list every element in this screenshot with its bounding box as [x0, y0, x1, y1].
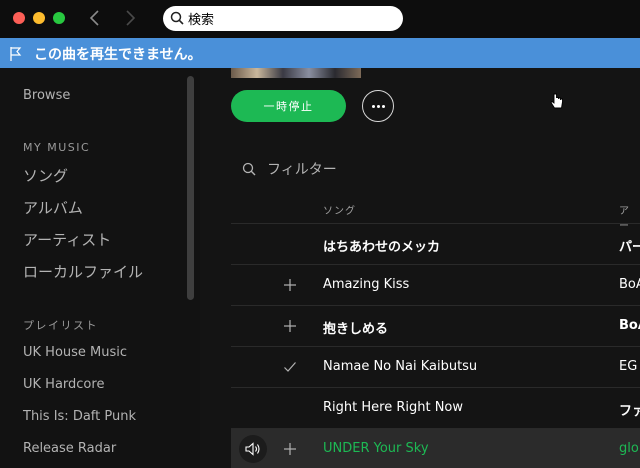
- check-icon[interactable]: [283, 360, 297, 374]
- search-input[interactable]: [188, 9, 388, 28]
- table-row-now-playing[interactable]: UNDER Your Sky glo: [231, 429, 640, 468]
- track-title: UNDER Your Sky: [323, 441, 429, 456]
- zoom-window-button[interactable]: [53, 12, 65, 24]
- table-row[interactable]: 抱きしめる BoA: [231, 306, 640, 347]
- more-options-button[interactable]: [362, 90, 394, 122]
- filter-search-icon: [242, 162, 256, 176]
- track-artist[interactable]: BoA: [619, 277, 640, 292]
- speaker-icon: [245, 442, 260, 456]
- column-header-song[interactable]: ソング: [323, 202, 356, 217]
- playlists-header: プレイリスト: [23, 319, 98, 332]
- add-icon[interactable]: [283, 319, 297, 333]
- back-arrow-icon[interactable]: [86, 8, 104, 28]
- hand-cursor-icon: [550, 93, 563, 109]
- table-row[interactable]: Namae No Nai Kaibutsu EG: [231, 347, 640, 388]
- sidebar-item-browse[interactable]: Browse: [23, 88, 70, 103]
- filter-label: フィルター: [267, 162, 337, 178]
- track-artist[interactable]: BoA: [619, 318, 640, 333]
- add-icon[interactable]: [283, 278, 297, 292]
- flag-icon: [10, 47, 22, 61]
- minimize-window-button[interactable]: [33, 12, 45, 24]
- playlist-item[interactable]: Release Radar: [23, 441, 116, 456]
- playlist-item[interactable]: UK Hardcore: [23, 377, 104, 392]
- sidebar-item-songs[interactable]: ソング: [23, 165, 68, 186]
- search-icon: [170, 11, 184, 25]
- track-artist[interactable]: パー: [619, 236, 640, 255]
- table-row[interactable]: Right Here Right Now ファ: [231, 388, 640, 429]
- playlist-item[interactable]: This Is: Daft Punk: [23, 409, 136, 424]
- main-panel: 一時停止 フィルター ソング アー はちあわせのメッカ パー Amazing K…: [200, 68, 640, 468]
- pause-button[interactable]: 一時停止: [231, 90, 346, 122]
- track-artist[interactable]: glo: [619, 441, 639, 456]
- sidebar-item-local-files[interactable]: ローカルファイル: [23, 261, 143, 282]
- error-banner: この曲を再生できません。: [0, 38, 640, 68]
- table-row[interactable]: はちあわせのメッカ パー: [231, 224, 640, 265]
- album-cover-image: [231, 68, 361, 78]
- forward-arrow-icon[interactable]: [121, 8, 139, 28]
- speaker-button[interactable]: [239, 435, 267, 463]
- search-box[interactable]: [163, 6, 403, 31]
- track-title: Amazing Kiss: [323, 277, 410, 292]
- track-title: Namae No Nai Kaibutsu: [323, 359, 478, 374]
- sidebar: Browse MY MUSIC ソング アルバム アーティスト ローカルファイル…: [0, 68, 200, 468]
- table-row[interactable]: Amazing Kiss BoA: [231, 265, 640, 306]
- playlist-item[interactable]: UK House Music: [23, 345, 127, 360]
- track-artist[interactable]: EG: [619, 359, 637, 374]
- sidebar-scrollbar[interactable]: [187, 76, 194, 300]
- sidebar-item-albums[interactable]: アルバム: [23, 197, 83, 218]
- track-artist[interactable]: ファ: [619, 400, 640, 419]
- close-window-button[interactable]: [13, 12, 25, 24]
- my-music-header: MY MUSIC: [23, 141, 91, 154]
- track-title: 抱きしめる: [323, 322, 389, 337]
- add-icon[interactable]: [283, 442, 297, 456]
- sidebar-item-artists[interactable]: アーティスト: [23, 229, 111, 250]
- banner-message: この曲を再生できません。: [34, 47, 202, 63]
- filter-field[interactable]: フィルター: [242, 159, 442, 179]
- title-bar: [0, 0, 640, 38]
- track-title: はちあわせのメッカ: [323, 240, 441, 255]
- track-title: Right Here Right Now: [323, 400, 464, 415]
